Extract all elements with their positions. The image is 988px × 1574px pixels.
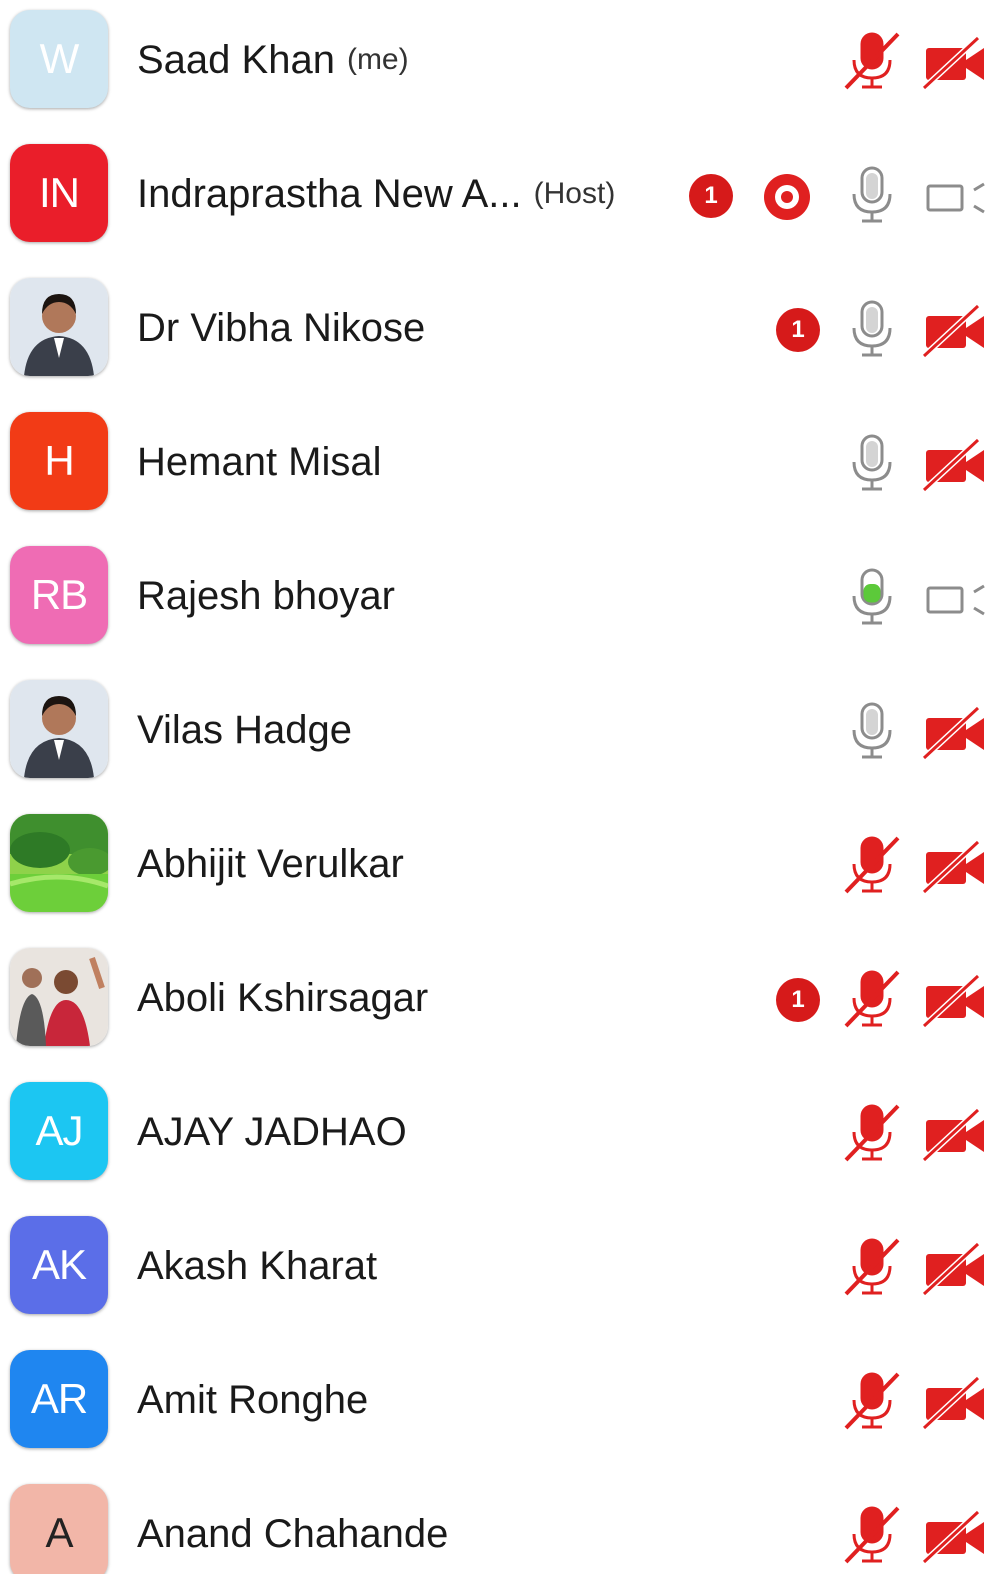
participant-name: Hemant Misal <box>137 439 382 484</box>
video-camera-icon[interactable] <box>922 168 988 224</box>
mic-muted-icon[interactable] <box>842 1236 902 1298</box>
participant-name: Vilas Hadge <box>137 707 352 752</box>
avatar: H <box>10 412 108 510</box>
participant-role-tag: (me) <box>346 43 409 76</box>
avatar: RB <box>10 546 108 644</box>
participant-row[interactable]: IN Indraprastha New A... (Host) 1 <box>0 134 988 254</box>
participant-name: Akash Kharat <box>137 1243 378 1288</box>
participant-row[interactable]: Dr Vibha Nikose 1 <box>0 268 988 388</box>
unread-message-badge[interactable]: 1 <box>689 174 733 218</box>
participant-row[interactable]: Vilas Hadge <box>0 670 988 790</box>
video-off-icon[interactable] <box>922 838 988 894</box>
participant-row[interactable]: AJ AJAY JADHAO <box>0 1072 988 1192</box>
participant-row[interactable]: Aboli Kshirsagar 1 <box>0 938 988 1058</box>
participant-name: Anand Chahande <box>137 1511 449 1556</box>
video-off-icon[interactable] <box>922 302 988 358</box>
avatar: A <box>10 1484 108 1574</box>
avatar: IN <box>10 144 108 242</box>
participant-name: Rajesh bhoyar <box>137 573 395 618</box>
participant-row[interactable]: H Hemant Misal <box>0 402 988 522</box>
avatar <box>10 680 108 778</box>
video-off-icon[interactable] <box>922 972 988 1028</box>
video-off-icon[interactable] <box>922 1508 988 1564</box>
participant-role-tag: (Host) <box>533 177 616 210</box>
participant-row[interactable]: W Saad Khan (me) <box>0 0 988 120</box>
mic-muted-icon[interactable] <box>842 1102 902 1164</box>
video-off-icon[interactable] <box>922 1106 988 1162</box>
microphone-icon[interactable] <box>842 298 902 360</box>
unread-message-badge[interactable]: 1 <box>776 308 820 352</box>
mic-muted-icon[interactable] <box>842 30 902 92</box>
mic-muted-icon[interactable] <box>842 1370 902 1432</box>
participant-name: Dr Vibha Nikose <box>137 305 426 350</box>
video-off-icon[interactable] <box>922 704 988 760</box>
recording-icon <box>762 172 812 222</box>
participant-name: AJAY JADHAO <box>137 1109 407 1154</box>
video-off-icon[interactable] <box>922 1240 988 1296</box>
unread-message-badge[interactable]: 1 <box>776 978 820 1022</box>
video-off-icon[interactable] <box>922 34 988 90</box>
microphone-icon[interactable] <box>842 700 902 762</box>
avatar <box>10 948 108 1046</box>
avatar <box>10 814 108 912</box>
video-off-icon[interactable] <box>922 1374 988 1430</box>
microphone-icon[interactable] <box>842 164 902 226</box>
participant-row[interactable]: A Anand Chahande <box>0 1474 988 1574</box>
avatar <box>10 278 108 376</box>
participant-row[interactable]: AK Akash Kharat <box>0 1206 988 1326</box>
participant-name: Saad Khan <box>137 37 335 82</box>
avatar: AK <box>10 1216 108 1314</box>
video-camera-icon[interactable] <box>922 570 988 626</box>
avatar: W <box>10 10 108 108</box>
participants-list: W Saad Khan (me) IN Indraprastha New A... (Ho… <box>0 0 988 1574</box>
participant-name: Amit Ronghe <box>137 1377 369 1422</box>
microphone-icon[interactable] <box>842 432 902 494</box>
mic-muted-icon[interactable] <box>842 1504 902 1566</box>
participant-name: Abhijit Verulkar <box>137 841 404 886</box>
participant-row[interactable]: RB Rajesh bhoyar <box>0 536 988 656</box>
participant-row[interactable]: Abhijit Verulkar <box>0 804 988 924</box>
participant-name: Aboli Kshirsagar <box>137 975 429 1020</box>
mic-muted-icon[interactable] <box>842 834 902 896</box>
video-off-icon[interactable] <box>922 436 988 492</box>
participant-name: Indraprastha New A... <box>137 171 522 216</box>
avatar: AR <box>10 1350 108 1448</box>
avatar: AJ <box>10 1082 108 1180</box>
microphone-icon[interactable] <box>842 566 902 628</box>
participant-row[interactable]: AR Amit Ronghe <box>0 1340 988 1460</box>
mic-muted-icon[interactable] <box>842 968 902 1030</box>
